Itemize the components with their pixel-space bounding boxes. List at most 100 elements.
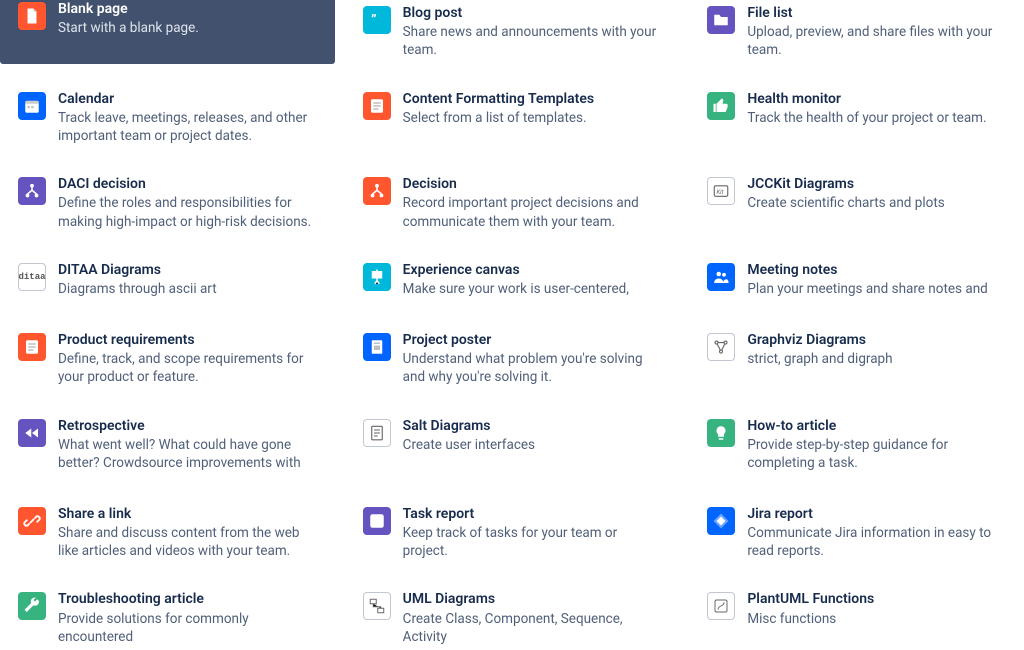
template-card-plantuml[interactable]: PlantUML FunctionsMisc functions xyxy=(689,586,1024,650)
template-description: Understand what problem you're solving a… xyxy=(403,350,666,386)
template-description: Define the roles and responsibilities fo… xyxy=(58,194,321,230)
template-card-salt[interactable]: Salt DiagramsCreate user interfaces xyxy=(345,413,680,479)
template-text: Product requirementsDefine, track, and s… xyxy=(58,331,325,387)
template-description: Share news and announcements with your t… xyxy=(403,23,666,59)
template-card-daci[interactable]: DACI decisionDefine the roles and respon… xyxy=(0,171,335,235)
template-title: Meeting notes xyxy=(747,261,1010,279)
template-description: Create scientific charts and plots xyxy=(747,194,1010,212)
template-text: UML Diagrams Create Class, Component, Seq… xyxy=(403,590,670,646)
template-description: Record important project decisions and c… xyxy=(403,194,666,230)
template-title: Graphviz Diagrams xyxy=(747,331,1010,349)
template-text: Blog postShare news and announcements wi… xyxy=(403,4,670,60)
template-description: Diagrams through ascii art xyxy=(58,280,321,298)
template-card-file-list[interactable]: File listUpload, preview, and share file… xyxy=(689,0,1024,64)
template-description: Plan your meetings and share notes and xyxy=(747,280,1010,298)
template-card-uml[interactable]: UML Diagrams Create Class, Component, Seq… xyxy=(345,586,680,650)
template-description: Provide step-by-step guidance for comple… xyxy=(747,436,1010,472)
template-description: Communicate Jira information in easy to … xyxy=(747,524,1010,560)
doc-icon xyxy=(18,2,46,30)
template-title: Blog post xyxy=(403,4,666,22)
template-card-jira-report[interactable]: Jira reportCommunicate Jira information … xyxy=(689,501,1024,565)
template-card-calendar[interactable]: CalendarTrack leave, meetings, releases,… xyxy=(0,86,335,150)
template-title: Product requirements xyxy=(58,331,321,349)
template-description: Create user interfaces xyxy=(403,436,666,454)
svg-text:Kit: Kit xyxy=(717,189,724,196)
template-title: File list xyxy=(747,4,1010,22)
template-text: Meeting notesPlan your meetings and shar… xyxy=(747,261,1014,298)
template-title: Health monitor xyxy=(747,90,1010,108)
template-card-content-formatting[interactable]: Content Formatting TemplatesSelect from … xyxy=(345,86,680,150)
template-card-jcckit[interactable]: Kit JCCKit DiagramsCreate scientific char… xyxy=(689,171,1024,235)
template-text: File listUpload, preview, and share file… xyxy=(747,4,1014,60)
jira-icon xyxy=(707,507,735,535)
template-description: Misc functions xyxy=(747,610,1010,628)
template-card-howto[interactable]: How-to articleProvide step-by-step guida… xyxy=(689,413,1024,479)
template-title: JCCKit Diagrams xyxy=(747,175,1010,193)
template-title: Decision xyxy=(403,175,666,193)
template-text: Jira reportCommunicate Jira information … xyxy=(747,505,1014,561)
template-description: Track leave, meetings, releases, and oth… xyxy=(58,109,321,145)
template-text: Content Formatting TemplatesSelect from … xyxy=(403,90,670,127)
template-title: Troubleshooting article xyxy=(58,590,321,608)
template-description: Define, track, and scope requirements fo… xyxy=(58,350,321,386)
people-icon xyxy=(707,263,735,291)
template-card-troubleshoot[interactable]: Troubleshooting article Provide solutions… xyxy=(0,586,335,650)
template-description: Make sure your work is user-centered, xyxy=(403,280,666,298)
template-card-decision[interactable]: DecisionRecord important project decisio… xyxy=(345,171,680,235)
template-text: DACI decisionDefine the roles and respon… xyxy=(58,175,325,231)
kit-icon: Kit xyxy=(707,177,735,205)
template-description: Select from a list of templates. xyxy=(403,109,666,127)
template-text: DITAA DiagramsDiagrams through ascii art xyxy=(58,261,325,298)
template-text: How-to articleProvide step-by-step guida… xyxy=(747,417,1014,473)
link-icon xyxy=(18,507,46,535)
template-description: Upload, preview, and share files with yo… xyxy=(747,23,1010,59)
template-title: Task report xyxy=(403,505,666,523)
branch-icon xyxy=(18,177,46,205)
template-description: Provide solutions for commonly encounter… xyxy=(58,610,321,646)
uml-icon xyxy=(363,592,391,620)
ditaa-icon: ditaa xyxy=(18,263,46,291)
template-title: Project poster xyxy=(403,331,666,349)
template-title: Share a link xyxy=(58,505,321,523)
template-card-product-req[interactable]: Product requirementsDefine, track, and s… xyxy=(0,327,335,391)
template-grid: Blank pageStart with a blank page. ” Blog … xyxy=(0,0,1024,650)
template-title: Content Formatting Templates xyxy=(403,90,666,108)
check-icon xyxy=(363,507,391,535)
template-text: Project posterUnderstand what problem yo… xyxy=(403,331,670,387)
template-card-blank-page[interactable]: Blank pageStart with a blank page. xyxy=(0,0,335,64)
bulb-icon xyxy=(707,419,735,447)
template-text: Share a linkShare and discuss content fr… xyxy=(58,505,325,561)
rewind-icon xyxy=(18,419,46,447)
template-card-share-link[interactable]: Share a linkShare and discuss content fr… xyxy=(0,501,335,565)
thumb-icon xyxy=(707,92,735,120)
template-description: Create Class, Component, Sequence, Activ… xyxy=(403,610,666,646)
svg-text:”: ” xyxy=(371,13,377,29)
template-description: Keep track of tasks for your team or pro… xyxy=(403,524,666,560)
template-description: Track the health of your project or team… xyxy=(747,109,1010,127)
wrench-icon xyxy=(18,592,46,620)
template-card-task-report[interactable]: Task reportKeep track of tasks for your … xyxy=(345,501,680,565)
template-card-ditaa[interactable]: ditaa DITAA DiagramsDiagrams through asci… xyxy=(0,257,335,305)
template-card-blog-post[interactable]: ” Blog postShare news and announcements w… xyxy=(345,0,680,64)
template-description: strict, graph and digraph xyxy=(747,350,1010,368)
template-card-health-monitor[interactable]: Health monitorTrack the health of your p… xyxy=(689,86,1024,150)
template-title: Salt Diagrams xyxy=(403,417,666,435)
template-text: Salt DiagramsCreate user interfaces xyxy=(403,417,670,454)
func-icon xyxy=(707,592,735,620)
template-text: RetrospectiveWhat went well? What could … xyxy=(58,417,325,475)
template-card-experience-canvas[interactable]: Experience canvasMake sure your work is … xyxy=(345,257,680,305)
template-card-graphviz[interactable]: Graphviz Diagramsstrict, graph and digra… xyxy=(689,327,1024,391)
template-text: CalendarTrack leave, meetings, releases,… xyxy=(58,90,325,146)
template-text: JCCKit DiagramsCreate scientific charts … xyxy=(747,175,1014,212)
template-card-project-poster[interactable]: Project posterUnderstand what problem yo… xyxy=(345,327,680,391)
template-description: Start with a blank page. xyxy=(58,19,321,37)
template-card-meeting-notes[interactable]: Meeting notesPlan your meetings and shar… xyxy=(689,257,1024,305)
template-text: Graphviz Diagramsstrict, graph and digra… xyxy=(747,331,1014,368)
template-title: Experience canvas xyxy=(403,261,666,279)
template-title: How-to article xyxy=(747,417,1010,435)
template-text: Troubleshooting article Provide solutions… xyxy=(58,590,325,646)
template-card-retro[interactable]: RetrospectiveWhat went well? What could … xyxy=(0,413,335,479)
template-title: UML Diagrams xyxy=(403,590,666,608)
list-doc-icon xyxy=(18,333,46,361)
poster-icon xyxy=(363,333,391,361)
